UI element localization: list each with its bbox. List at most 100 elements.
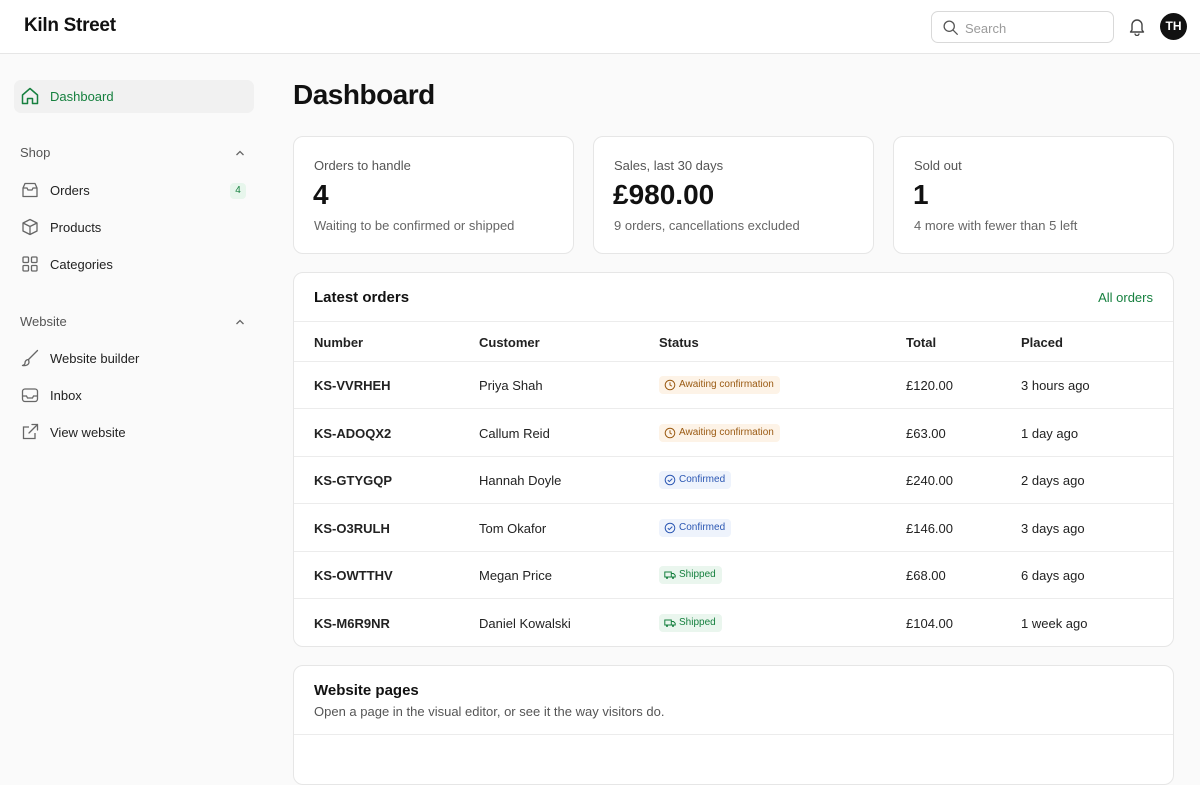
sidebar-item-inbox[interactable]: Inbox <box>14 379 254 412</box>
customer-name: Daniel Kowalski <box>479 615 571 631</box>
column-header-customer: Customer <box>479 335 540 350</box>
customer-name: Tom Okafor <box>479 520 547 536</box>
table-row[interactable]: KS-OWTTHV Megan Price Shipped £68.00 6 days … <box>294 552 1173 599</box>
status-label: Shipped <box>679 616 716 628</box>
order-number[interactable]: KS-ADOQX2 <box>314 426 391 441</box>
bell-icon[interactable] <box>1127 16 1147 36</box>
latest-orders-card: Latest orders All orders Number Customer… <box>293 272 1174 647</box>
order-number[interactable]: KS-OWTTHV <box>314 568 393 583</box>
search-input[interactable] <box>965 18 1105 38</box>
stat-caption: Waiting to be confirmed or shipped <box>314 218 515 233</box>
clock-icon <box>664 379 676 391</box>
sidebar-item-website-builder[interactable]: Website builder <box>14 342 254 375</box>
card-subtitle: Open a page in the visual editor, or see… <box>314 704 665 719</box>
sidebar-item-orders[interactable]: Orders 4 <box>14 174 254 207</box>
status-badge: Confirmed <box>659 471 732 489</box>
order-placed: 6 days ago <box>1021 568 1085 583</box>
stat-value: £980.00 <box>613 179 715 210</box>
inbox-tray-icon <box>22 182 38 198</box>
stat-card-orders[interactable]: Orders to handle 4 Waiting to be confirm… <box>293 136 574 254</box>
user-avatar[interactable]: TH <box>1160 13 1187 40</box>
order-total: £146.00 <box>906 520 953 536</box>
section-toggle-website[interactable]: Website <box>20 312 250 332</box>
column-header-number: Number <box>314 335 364 350</box>
order-placed: 1 day ago <box>1021 425 1079 441</box>
stat-label: Orders to handle <box>314 158 411 173</box>
count-badge: 4 <box>230 183 246 199</box>
status-label: Confirmed <box>679 474 726 485</box>
stat-label: Sold out <box>914 158 962 173</box>
sidebar-item-label: Website builder <box>50 351 140 366</box>
truck-icon <box>664 571 676 579</box>
order-number[interactable]: KS-GTYGQP <box>314 473 392 488</box>
sidebar-item-label: Categories <box>50 257 113 272</box>
sidebar-item-products[interactable]: Products <box>14 211 254 244</box>
status-badge: Awaiting confirmation <box>659 376 780 394</box>
sidebar: Dashboard Shop Orders 4 Products Categor… <box>0 54 270 750</box>
order-placed: 1 week ago <box>1021 615 1088 631</box>
sidebar-item-view-website[interactable]: View website <box>14 416 254 449</box>
status-badge: Confirmed <box>659 518 732 537</box>
sidebar-item-categories[interactable]: Categories <box>14 248 254 281</box>
sidebar-item-label: Inbox <box>50 388 82 403</box>
all-orders-link[interactable]: All orders <box>1098 290 1153 305</box>
stat-value: 1 <box>913 179 929 210</box>
status-badge: Awaiting confirmation <box>659 423 780 442</box>
status-label: Awaiting confirmation <box>679 426 774 438</box>
stat-card-sales[interactable]: Sales, last 30 days £980.00 9 orders, ca… <box>593 136 874 254</box>
card-title: Website pages <box>314 682 419 699</box>
stat-label: Sales, last 30 days <box>614 158 724 173</box>
order-total: £104.00 <box>906 615 953 631</box>
truck-icon <box>664 619 676 627</box>
stat-card-sold-out[interactable]: Sold out 1 4 more with fewer than 5 left <box>893 136 1174 254</box>
sidebar-item-dashboard[interactable]: Dashboard <box>14 80 254 113</box>
order-number[interactable]: KS-O3RULH <box>314 521 390 536</box>
section-toggle-shop[interactable]: Shop <box>20 143 250 163</box>
box-icon <box>22 218 38 236</box>
search-box[interactable] <box>931 11 1114 43</box>
table-row[interactable]: KS-VVRHEH Priya Shah Awaiting confirmation… <box>294 362 1173 409</box>
order-placed: 3 days ago <box>1021 520 1085 536</box>
order-placed: 2 days ago <box>1021 473 1085 488</box>
search-icon <box>943 20 958 35</box>
status-badge: Shipped <box>659 566 722 584</box>
order-total: £240.00 <box>906 473 953 488</box>
stat-caption: 9 orders, cancellations excluded <box>614 218 800 233</box>
status-badge: Shipped <box>659 613 722 632</box>
status-label: Confirmed <box>679 521 726 533</box>
customer-name: Priya Shah <box>479 378 543 393</box>
column-header-placed: Placed <box>1021 335 1063 350</box>
card-title: Latest orders <box>314 289 410 306</box>
table-header: Number Customer Status Total Placed <box>294 321 1173 362</box>
order-placed: 3 hours ago <box>1021 378 1090 393</box>
table-row[interactable]: KS-GTYGQP Hannah Doyle Confirmed £240.00 2 d… <box>294 457 1173 504</box>
status-label: Awaiting confirmation <box>679 379 774 390</box>
order-number[interactable]: KS-VVRHEH <box>314 378 391 393</box>
sidebar-item-label: Dashboard <box>50 89 114 104</box>
brand-logo[interactable]: Kiln Street <box>24 15 116 37</box>
column-header-total: Total <box>906 335 937 350</box>
chevron-up-icon <box>236 319 244 325</box>
stat-caption: 4 more with fewer than 5 left <box>914 218 1078 233</box>
table-row[interactable]: KS-O3RULH Tom Okafor Confirmed £146.00 3 day… <box>294 505 1173 552</box>
status-label: Shipped <box>679 569 716 580</box>
clock-icon <box>664 427 676 438</box>
table-row[interactable]: KS-M6R9NR Daniel Kowalski Shipped £104.00 1 … <box>294 600 1173 647</box>
section-title: Shop <box>20 145 51 160</box>
customer-name: Hannah Doyle <box>479 473 562 488</box>
order-total: £63.00 <box>906 425 946 441</box>
sidebar-item-label: View website <box>50 425 126 440</box>
stat-value: 4 <box>313 179 329 210</box>
brush-icon <box>21 349 39 367</box>
page-title: Dashboard <box>293 79 435 110</box>
customer-name: Callum Reid <box>479 425 550 441</box>
divider <box>294 734 1173 735</box>
chevron-up-icon <box>236 150 244 156</box>
check-circle-icon <box>664 522 676 533</box>
table-row[interactable]: KS-ADOQX2 Callum Reid Awaiting confirmatio… <box>294 410 1173 457</box>
inbox-icon <box>21 388 39 403</box>
sidebar-item-label: Products <box>50 220 102 235</box>
section-title: Website <box>20 314 67 329</box>
order-total: £68.00 <box>906 568 946 583</box>
order-number[interactable]: KS-M6R9NR <box>314 616 390 631</box>
